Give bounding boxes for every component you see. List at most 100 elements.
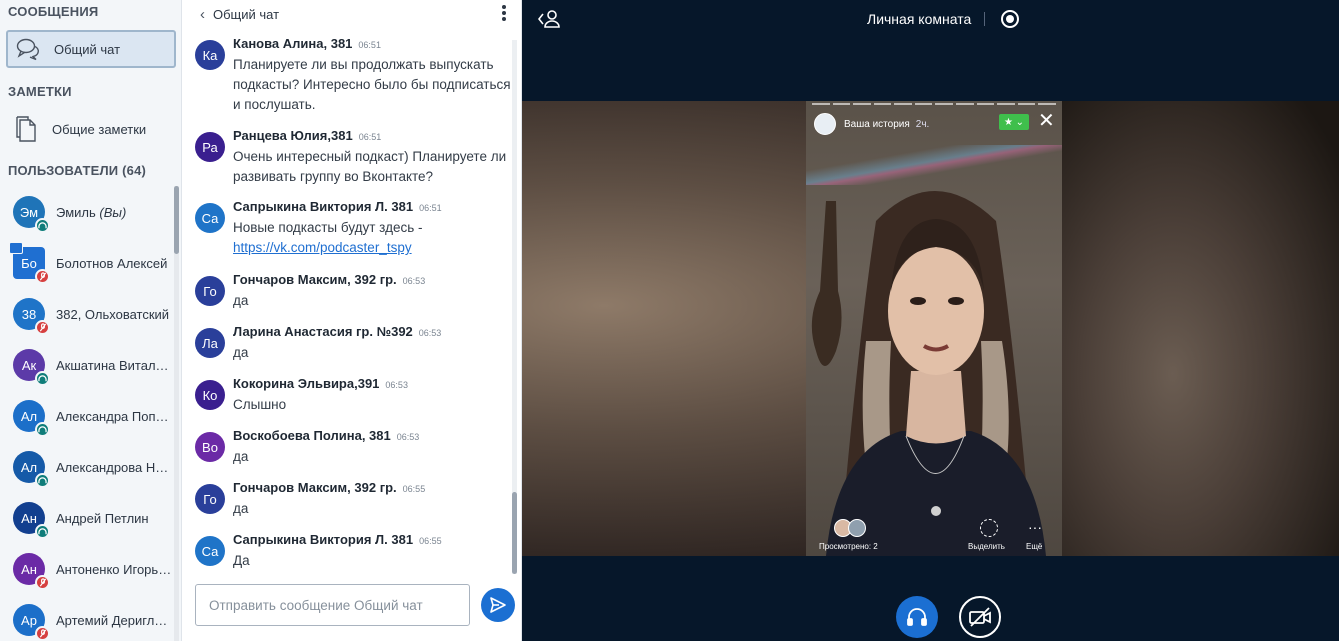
avatar: Ак bbox=[13, 349, 50, 386]
headphones-icon bbox=[35, 371, 50, 386]
user-name-text: Александрова Наталья bbox=[56, 459, 174, 475]
shared-notes-item[interactable]: Общие заметки bbox=[6, 110, 176, 148]
user-name-text: Андрей Петлин bbox=[56, 510, 149, 526]
user-list-item[interactable]: Ал Александра Попова bbox=[0, 390, 175, 442]
user-list-item[interactable]: Ал Александрова Наталья bbox=[0, 441, 175, 493]
avatar: Го bbox=[195, 484, 225, 514]
avatar bbox=[848, 519, 866, 537]
user-list-item[interactable]: Эм Эмиль (Вы) bbox=[0, 186, 175, 238]
scrollbar-thumb[interactable] bbox=[174, 186, 179, 254]
message-body: Планируете ли вы продолжать выпускать по… bbox=[233, 55, 512, 115]
message-time: 06:53 bbox=[385, 380, 408, 390]
messages-section-title: СООБЩЕНИЯ bbox=[8, 4, 99, 19]
message-text: да bbox=[233, 501, 249, 516]
message-author: Сапрыкина Виктория Л. 381 bbox=[233, 532, 414, 547]
message-body: да bbox=[233, 343, 512, 363]
message-time: 06:53 bbox=[402, 276, 426, 286]
message-text: Слышно bbox=[233, 397, 287, 412]
scrollbar-thumb[interactable] bbox=[512, 492, 517, 574]
camera-off-icon bbox=[969, 607, 991, 627]
user-list-item[interactable]: Бо Болотнов Алексей bbox=[0, 237, 175, 289]
headphones-icon bbox=[35, 524, 50, 539]
send-icon bbox=[490, 597, 506, 613]
message-link[interactable]: https://vk.com/podcaster_tspy bbox=[233, 240, 412, 255]
users-scrollbar[interactable] bbox=[174, 186, 179, 641]
user-name-text: Антоненко Игорь, 382 bbox=[56, 561, 174, 577]
user-name: Акшатина Виталина bbox=[56, 358, 174, 373]
user-list-item[interactable]: Ак Акшатина Виталина bbox=[0, 339, 175, 391]
toggle-userlist-button[interactable] bbox=[538, 9, 560, 29]
message-author-line: Ранцева Юлия,381 06:51 bbox=[233, 128, 381, 143]
avatar: 38 bbox=[13, 298, 50, 335]
message-body: да bbox=[233, 291, 512, 311]
message-author-line: Ларина Анастасия гр. №392 06:53 bbox=[233, 324, 441, 339]
message-author: Канова Алина, 381 bbox=[233, 36, 353, 51]
public-chat-item[interactable]: Общий чат bbox=[6, 30, 176, 68]
more-dots-icon: ··· bbox=[1028, 519, 1042, 535]
message-text: Планируете ли вы продолжать выпускать по… bbox=[233, 57, 511, 112]
story-age: 2ч. bbox=[915, 118, 930, 130]
avatar: Ка bbox=[195, 40, 225, 70]
story-frame: Ваша история 2ч. ★ ⌄ ✕ ··· Просмотрено: … bbox=[806, 101, 1062, 556]
chat-scrollbar[interactable] bbox=[512, 40, 517, 574]
chat-panel: ‹ Общий чат Ка Канова Алина, 381 06:51 План… bbox=[182, 0, 522, 641]
user-name: Андрей Петлин bbox=[56, 511, 174, 526]
user-name-text: Артемий Дериглазов bbox=[56, 612, 174, 628]
message-body: Очень интересный подкаст) Планируете ли … bbox=[233, 147, 512, 187]
user-name: 382, Ольховатский bbox=[56, 307, 174, 322]
muted-mic-icon bbox=[35, 320, 50, 335]
message-author-line: Гончаров Максим, 392 гр. 06:55 bbox=[233, 480, 425, 495]
message-text: Очень интересный подкаст) Планируете ли … bbox=[233, 149, 507, 184]
back-chevron-icon[interactable]: ‹ bbox=[200, 6, 205, 23]
headphones-icon bbox=[907, 608, 927, 626]
story-highlight-label: Выделить bbox=[968, 542, 1005, 551]
headphones-icon bbox=[35, 422, 50, 437]
notes-section-title: ЗАМЕТКИ bbox=[8, 84, 72, 99]
message-input[interactable]: Отправить сообщение Общий чат bbox=[195, 584, 470, 626]
user-list-panel: СООБЩЕНИЯ Общий чат ЗАМЕТКИ Общие заметк… bbox=[0, 0, 182, 641]
you-suffix: (Вы) bbox=[99, 204, 127, 220]
chat-title: Общий чат bbox=[213, 6, 280, 22]
message-text: да bbox=[233, 293, 249, 308]
user-list-item[interactable]: Ан Антоненко Игорь, 382 bbox=[0, 543, 175, 595]
message-time: 06:55 bbox=[402, 484, 426, 494]
message-body: Новые подкасты будут здесь - https://vk.c… bbox=[233, 218, 512, 258]
avatar: Ар bbox=[13, 604, 50, 641]
top-bar: Личная комната bbox=[522, 0, 1339, 40]
headphones-icon bbox=[35, 473, 50, 488]
message-author-line: Сапрыкина Виктория Л. 381 06:55 bbox=[233, 532, 442, 547]
audio-button[interactable] bbox=[896, 596, 938, 638]
camera-button[interactable] bbox=[959, 596, 1001, 638]
avatar: Эм bbox=[13, 196, 50, 233]
story-seen-count: Просмотрено: 2 bbox=[819, 542, 878, 551]
video-stream: Ваша история 2ч. ★ ⌄ ✕ ··· Просмотрено: … bbox=[522, 101, 1339, 556]
message-text: да bbox=[233, 345, 249, 360]
user-list-item[interactable]: Ар Артемий Дериглазов bbox=[0, 594, 175, 641]
star-icon: ★ ⌄ bbox=[999, 114, 1029, 130]
record-button[interactable] bbox=[1001, 10, 1019, 28]
user-name-text: 382, Ольховатский bbox=[56, 306, 170, 322]
message-author: Ларина Анастасия гр. №392 bbox=[233, 324, 413, 339]
viewer-avatars bbox=[834, 519, 868, 537]
message-author: Гончаров Максим, 392 гр. bbox=[233, 480, 397, 495]
avatar: Ра bbox=[195, 132, 225, 162]
chat-options-icon[interactable] bbox=[502, 5, 506, 21]
message-author-line: Сапрыкина Виктория Л. 381 06:51 bbox=[233, 199, 442, 214]
message-text: Новые подкасты будут здесь - bbox=[233, 220, 423, 235]
presenter-icon bbox=[9, 242, 23, 254]
message-list: Ка Канова Алина, 381 06:51 Планируете ли вы… bbox=[182, 36, 512, 574]
user-list-item[interactable]: Ан Андрей Петлин bbox=[0, 492, 175, 544]
send-button[interactable] bbox=[481, 588, 515, 622]
document-icon bbox=[12, 114, 42, 144]
avatar: Ал bbox=[13, 400, 50, 437]
user-name: Александра Попова bbox=[56, 409, 174, 424]
message-body: Да bbox=[233, 551, 512, 571]
message-body: да bbox=[233, 447, 512, 467]
avatar: Ан bbox=[13, 502, 50, 539]
headphones-icon bbox=[35, 218, 50, 233]
avatar: Ла bbox=[195, 328, 225, 358]
message-author: Воскобоева Полина, 381 bbox=[233, 428, 391, 443]
user-list-item[interactable]: 38 382, Ольховатский bbox=[0, 288, 175, 340]
user-name: Эмиль (Вы) bbox=[56, 205, 174, 220]
muted-mic-icon bbox=[35, 575, 50, 590]
